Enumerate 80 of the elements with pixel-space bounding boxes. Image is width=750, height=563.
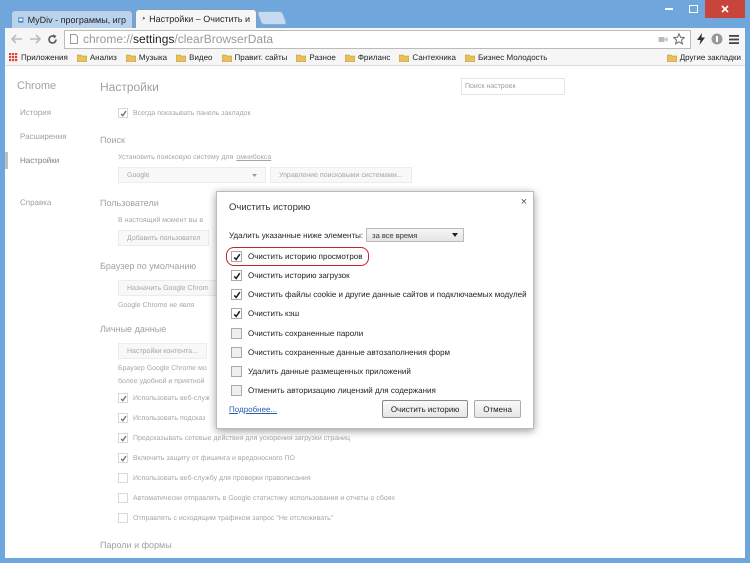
bookmark[interactable]: Музыка [126,53,168,62]
checkbox[interactable] [231,251,242,262]
apps-grid-icon [9,53,18,62]
folder-icon [222,54,232,62]
browser-tab[interactable]: Настройки – Очистить и [135,9,257,28]
checkmark-icon [232,310,240,318]
checkbox[interactable] [231,289,242,300]
checkmark-icon [232,290,240,299]
bookmark[interactable]: Правит. сайты [222,53,288,62]
address-bar[interactable]: chrome://settings/clearBrowserData [64,30,691,48]
folder-icon [176,54,186,62]
range-label: Удалить указанные ниже элементы: [229,230,364,240]
checkmark-icon [120,434,126,442]
section-heading: Личные данные [100,324,166,334]
checkbox[interactable] [118,413,128,423]
lightning-icon[interactable] [697,33,705,45]
site-favicon-icon [18,14,24,24]
bookmark[interactable]: Приложения [9,53,68,62]
checkbox[interactable] [231,308,242,320]
checkbox[interactable] [231,346,242,358]
cancel-button[interactable]: Отмена [474,400,521,418]
sidebar-title: Chrome [16,80,58,92]
folder-icon [666,54,677,62]
section-heading: Пароли и формы [100,540,172,550]
checkmark-icon [232,252,240,261]
bookmark[interactable]: Анализ [76,53,117,62]
star-icon[interactable] [673,33,685,45]
checkmark-icon [120,110,126,116]
extension-icon[interactable] [711,33,723,45]
dialog-title: Очистить историю [229,202,312,213]
reload-icon[interactable] [47,34,58,44]
checkbox[interactable] [118,433,128,443]
folder-icon [464,54,475,62]
browser-tab[interactable]: MyDiv - программы, игр [11,10,133,28]
checkmark-icon [232,272,240,280]
checkbox[interactable] [118,513,128,523]
folder-icon [126,54,136,62]
menu-icon[interactable] [729,34,739,44]
page-icon [70,34,78,44]
section-heading: Браузер по умолчанию [100,261,196,271]
close-button[interactable]: × [520,196,527,208]
close-icon[interactable] [705,0,745,18]
checkbox[interactable] [118,493,128,503]
bookmark[interactable]: Фриланс [344,53,390,62]
checkbox-label: Очистить сохраненные пароли [248,328,364,338]
sidebar-item[interactable]: Настройки [5,152,60,169]
clear-history-button[interactable]: Очистить историю [382,400,468,418]
checkbox[interactable] [231,366,242,377]
checkmark-icon [120,454,126,462]
checkbox[interactable] [231,384,242,396]
bookmark[interactable]: Видео [176,53,212,62]
checkbox[interactable] [118,108,128,118]
checkbox-label: Удалить данные размещенных приложений [248,366,411,376]
bookmark[interactable]: Разное [296,53,336,62]
checkbox[interactable] [231,270,242,282]
folder-icon [76,54,87,62]
checkbox-label: Очистить историю загрузок [248,271,350,280]
dropdown-arrow-icon [252,174,257,176]
checkbox[interactable] [118,473,128,483]
bookmark[interactable]: Бизнес Молодость [464,53,548,62]
bookmark[interactable]: Другие закладки [666,53,741,62]
checkbox[interactable] [231,328,242,339]
folder-icon [296,54,306,62]
checkbox[interactable] [118,393,128,403]
folder-icon [344,54,355,62]
more-info-link[interactable]: Подробнее... [229,404,278,414]
folder-icon [399,54,410,62]
checkmark-icon [120,414,126,422]
page-title: Настройки [100,80,159,94]
bookmark[interactable]: Сантехника [399,53,456,62]
checkmark-icon [120,394,126,402]
section-heading: Пользователи [100,198,159,208]
checkbox-label: Отменить авторизацию лицензий для содержания [248,386,436,395]
checkbox-label: Очистить кэш [248,309,300,318]
checkbox-label: Очистить сохраненные данные автозаполнения форм [248,348,450,357]
checkbox-label: Очистить историю просмотров [248,252,362,262]
checkbox[interactable] [118,453,128,463]
section-heading: Поиск [100,135,125,145]
checkbox-label: Очистить файлы cookie и другие данные сайтов и подключаемых модулей [248,290,527,300]
dropdown-arrow-icon [452,233,458,237]
